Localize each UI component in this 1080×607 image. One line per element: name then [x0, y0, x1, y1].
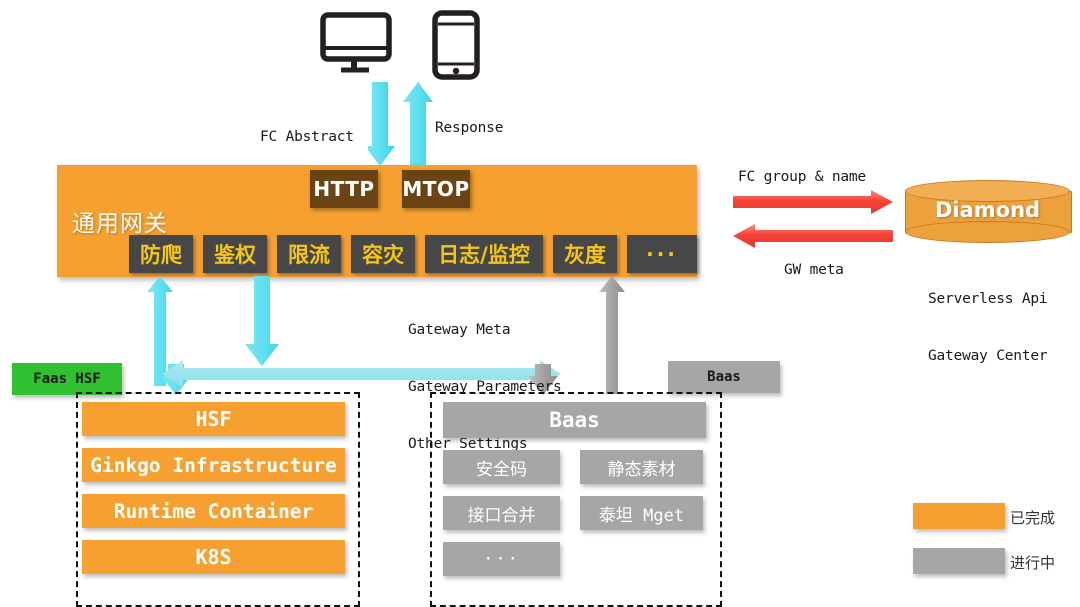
legend-label-inprogress: 进行中 [1010, 554, 1056, 572]
left-box-runtime-container[interactable]: Runtime Container [82, 494, 345, 528]
diamond-datastore[interactable]: Diamond [905, 180, 1072, 243]
right-box-taitan-mget[interactable]: 泰坦 Mget [580, 496, 703, 530]
diamond-label: Diamond [934, 198, 1041, 222]
fc-group-name-label: FC group & name [738, 169, 866, 185]
diamond-caption-line1: Serverless Api [928, 291, 1048, 307]
legend-swatch-inprogress [913, 548, 1005, 574]
phone-icon [432, 10, 480, 80]
gw-meta-label: GW meta [784, 262, 844, 278]
gateway-capability-more[interactable]: ··· [627, 235, 697, 273]
diamond-caption: Serverless Api Gateway Center [928, 252, 1048, 404]
protocol-mtop[interactable]: MTOP [402, 170, 470, 208]
left-box-k8s[interactable]: K8S [82, 540, 345, 574]
gateway-capability-fangpa[interactable]: 防爬 [129, 235, 193, 273]
legend-swatch-completed [913, 503, 1005, 529]
monitor-icon [320, 12, 398, 74]
gateway-title: 通用网关 [72, 211, 168, 237]
gateway-meta-line1: Gateway Meta [408, 322, 511, 338]
right-box-baas-header[interactable]: Baas [443, 402, 706, 438]
gateway-capability-xianliu[interactable]: 限流 [277, 235, 341, 273]
right-box-jingtai-sucai[interactable]: 静态素材 [580, 450, 703, 484]
tag-baas[interactable]: Baas [668, 361, 780, 393]
right-box-anquanma[interactable]: 安全码 [443, 450, 560, 484]
gateway-capability-rongzai[interactable]: 容灾 [351, 235, 415, 273]
gateway-capability-rizhi-jiankong[interactable]: 日志/监控 [425, 235, 543, 273]
request-label-line1: FC Abstract [260, 129, 354, 145]
diamond-sync-arrows [733, 190, 893, 248]
gateway-capability-jianquan[interactable]: 鉴权 [203, 235, 267, 273]
right-box-more[interactable]: ··· [443, 542, 560, 576]
architecture-diagram: FC Abstract FC Parameters FC Config Resp… [0, 0, 1080, 607]
gateway-capability-huidu[interactable]: 灰度 [553, 235, 617, 273]
legend-label-completed: 已完成 [1010, 509, 1056, 527]
left-box-ginkgo-infrastructure[interactable]: Ginkgo Infrastructure [82, 448, 345, 482]
cylinder-bottom [905, 221, 1070, 243]
gateway-backend-arrows [147, 276, 625, 395]
right-box-jiekou-hebing[interactable]: 接口合并 [443, 496, 560, 530]
request-response-arrows [368, 82, 433, 166]
protocol-http[interactable]: HTTP [310, 170, 378, 208]
left-box-hsf[interactable]: HSF [82, 402, 345, 436]
response-label: Response [435, 120, 504, 136]
diamond-caption-line2: Gateway Center [928, 348, 1048, 364]
tag-faas-hsf[interactable]: Faas HSF [12, 363, 122, 395]
